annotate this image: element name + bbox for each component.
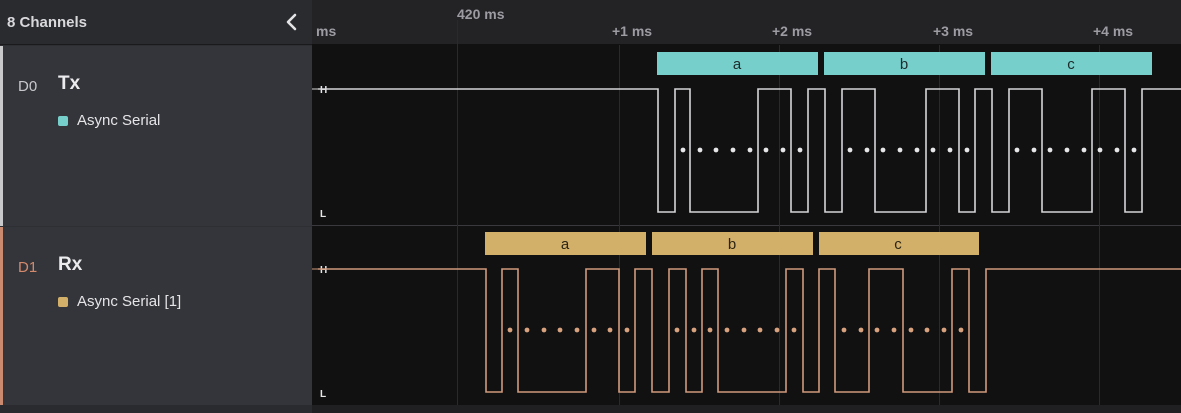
frame-label: a xyxy=(561,236,570,253)
frame-label: c xyxy=(894,236,902,253)
decoded-frame[interactable]: c xyxy=(819,232,979,255)
decoded-frame[interactable]: a xyxy=(657,52,818,75)
analyzer-color-swatch xyxy=(58,116,68,126)
channel-row-d1[interactable]: D1 Rx Async Serial [1] xyxy=(0,227,315,405)
channel-id: D1 xyxy=(18,259,38,276)
low-level-label: L xyxy=(320,209,326,220)
channels-count-title: 8 Channels xyxy=(7,14,88,31)
channel-name[interactable]: Rx xyxy=(58,254,82,276)
channel-id: D0 xyxy=(18,78,38,95)
collapse-sidebar-button[interactable] xyxy=(280,10,304,34)
sidebar-bottom-strip xyxy=(0,405,312,413)
frame-label: c xyxy=(1067,56,1075,73)
low-level-label: L xyxy=(320,389,326,400)
decoded-frame[interactable]: b xyxy=(824,52,985,75)
analyzer-color-swatch xyxy=(58,297,68,307)
time-ruler[interactable] xyxy=(312,0,1181,44)
ruler-tick-label: +3 ms xyxy=(933,23,973,39)
high-level-label: H xyxy=(320,85,327,96)
ruler-anchor-time: 420 ms xyxy=(457,6,505,22)
decoded-frame[interactable]: a xyxy=(485,232,646,255)
analyzer-item[interactable]: Async Serial xyxy=(58,112,160,129)
channel-sidebar: 8 Channels D0 Tx Async Serial D1 Rx Asyn… xyxy=(0,0,315,413)
ruler-tick-label: +4 ms xyxy=(1093,23,1133,39)
analyzer-label: Async Serial xyxy=(77,112,161,129)
analyzer-label: Async Serial [1] xyxy=(77,293,182,310)
waveform-timeline[interactable]: 420 ms ms +1 ms +2 ms +3 ms +4 ms H L a … xyxy=(312,0,1181,413)
sidebar-header: 8 Channels xyxy=(0,0,312,45)
frame-label: a xyxy=(733,56,742,73)
frame-label: b xyxy=(900,56,908,73)
ruler-tick-label: +2 ms xyxy=(772,23,812,39)
channel-name[interactable]: Tx xyxy=(58,73,80,95)
ruler-tick-label: +1 ms xyxy=(612,23,652,39)
frame-label: b xyxy=(728,236,736,253)
decoded-frame[interactable]: c xyxy=(991,52,1152,75)
analyzer-item[interactable]: Async Serial [1] xyxy=(58,293,181,310)
channel-row-d0[interactable]: D0 Tx Async Serial xyxy=(0,46,315,226)
chevron-left-icon xyxy=(286,13,297,31)
high-level-label: H xyxy=(320,265,327,276)
decoded-frame[interactable]: b xyxy=(652,232,813,255)
ruler-unit: ms xyxy=(316,23,336,39)
